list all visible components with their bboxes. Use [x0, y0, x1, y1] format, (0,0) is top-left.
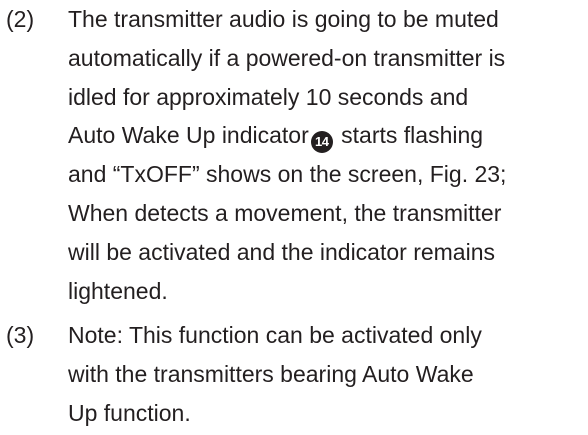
item-number: (2)	[6, 6, 35, 32]
list-item-2: (2) The transmitter audio is going to be…	[0, 0, 588, 310]
text-line: idled for approximately 10 seconds and	[68, 83, 469, 110]
item-text: Note: This function can be activated onl…	[68, 316, 588, 432]
text-line: lightened.	[68, 277, 168, 304]
text-line: automatically if a powered-on transmitte…	[68, 44, 506, 71]
indicator-14-icon: 14	[310, 131, 333, 154]
text-line: and “TxOFF” shows on the screen, Fig. 23…	[68, 161, 507, 188]
text-line: When detects a movement, the transmitter	[68, 199, 502, 226]
text-fragment: Auto Wake Up indicator	[68, 122, 309, 149]
item-number: (3)	[6, 322, 35, 348]
text-line: The transmitter audio is going to be mut…	[68, 6, 499, 32]
text-line: Up function.	[68, 399, 191, 426]
text-line: will be activated and the indicator rema…	[68, 238, 496, 265]
text-line: with the transmitters bearing Auto Wake	[68, 360, 474, 387]
text-line-with-indicator: Auto Wake Up indicator 14 starts flashing	[68, 116, 588, 155]
item-text: The transmitter audio is going to be mut…	[68, 0, 588, 310]
text-fragment: starts flashing	[334, 122, 484, 149]
text-line: Note: This function can be activated onl…	[68, 322, 482, 348]
list-item-3: (3) Note: This function can be activated…	[0, 316, 588, 432]
